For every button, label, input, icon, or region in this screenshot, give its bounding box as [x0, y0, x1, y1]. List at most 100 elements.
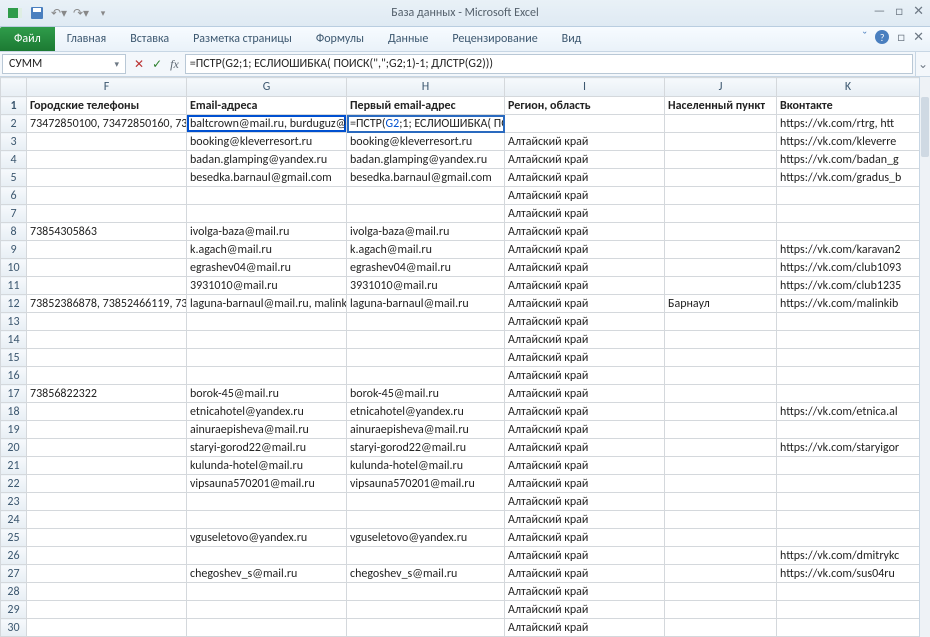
cell[interactable]: https://vk.com/karavan2	[777, 241, 920, 259]
row-header[interactable]: 23	[1, 493, 27, 511]
cell[interactable]: 73856822322	[27, 385, 187, 403]
cell[interactable]	[27, 187, 187, 205]
cell[interactable]	[27, 241, 187, 259]
row-header[interactable]: 3	[1, 133, 27, 151]
cell[interactable]: k.agach@mail.ru	[347, 241, 505, 259]
cancel-icon[interactable]: ✕	[134, 57, 144, 72]
tab-formulas[interactable]: Формулы	[304, 27, 376, 51]
row-header[interactable]: 9	[1, 241, 27, 259]
cell[interactable]	[187, 511, 347, 529]
cell[interactable]: Алтайский край	[505, 529, 665, 547]
cell[interactable]	[347, 619, 505, 637]
cell[interactable]: vguseletovo@yandex.ru	[187, 529, 347, 547]
cell[interactable]: Алтайский край	[505, 547, 665, 565]
cell[interactable]: Вконтакте	[777, 97, 920, 115]
cell[interactable]: Городские телефоны	[27, 97, 187, 115]
cell[interactable]: Алтайский край	[505, 241, 665, 259]
cell[interactable]	[187, 205, 347, 223]
tab-view[interactable]: Вид	[550, 27, 594, 51]
cell[interactable]	[665, 529, 777, 547]
cell[interactable]	[777, 223, 920, 241]
row-header[interactable]: 20	[1, 439, 27, 457]
formula-bar-expand-icon[interactable]: ⌄	[915, 52, 930, 76]
cell[interactable]	[777, 313, 920, 331]
cell[interactable]	[27, 547, 187, 565]
cell[interactable]	[27, 439, 187, 457]
cell[interactable]: vguseletovo@yandex.ru	[347, 529, 505, 547]
cell[interactable]	[665, 133, 777, 151]
row-header[interactable]: 27	[1, 565, 27, 583]
cell[interactable]	[665, 565, 777, 583]
cell[interactable]: Барнаул	[665, 295, 777, 313]
cell[interactable]	[777, 619, 920, 637]
cell[interactable]	[777, 511, 920, 529]
cell[interactable]	[777, 475, 920, 493]
row-header[interactable]: 13	[1, 313, 27, 331]
cell[interactable]	[777, 529, 920, 547]
row-header[interactable]: 10	[1, 259, 27, 277]
cell[interactable]	[27, 277, 187, 295]
row-header[interactable]: 18	[1, 403, 27, 421]
cell[interactable]: Алтайский край	[505, 331, 665, 349]
cell[interactable]: Алтайский край	[505, 475, 665, 493]
cell[interactable]: Алтайский край	[505, 439, 665, 457]
scroll-thumb[interactable]	[921, 97, 929, 157]
cell[interactable]	[347, 205, 505, 223]
row-header[interactable]: 16	[1, 367, 27, 385]
row-header[interactable]: 14	[1, 331, 27, 349]
row-header[interactable]: 29	[1, 601, 27, 619]
tab-data[interactable]: Данные	[376, 27, 440, 51]
cell[interactable]: Алтайский край	[505, 187, 665, 205]
cell[interactable]	[665, 313, 777, 331]
cell[interactable]	[187, 367, 347, 385]
cell[interactable]: Email-адреса	[187, 97, 347, 115]
cell[interactable]	[665, 421, 777, 439]
name-box-dropdown-icon[interactable]: ▾	[114, 59, 119, 70]
cell[interactable]	[777, 385, 920, 403]
row-header[interactable]: 15	[1, 349, 27, 367]
window-restore-icon[interactable]: □	[897, 30, 905, 45]
cell[interactable]: etnicahotel@yandex.ru	[187, 403, 347, 421]
cell[interactable]: Алтайский край	[505, 583, 665, 601]
cell[interactable]: ivolga-baza@mail.ru	[347, 223, 505, 241]
fx-icon[interactable]: fx	[170, 57, 179, 72]
cell[interactable]: Алтайский край	[505, 565, 665, 583]
cell[interactable]	[27, 313, 187, 331]
row-header[interactable]: 1	[1, 97, 27, 115]
cell[interactable]	[27, 583, 187, 601]
cell[interactable]	[27, 403, 187, 421]
cell[interactable]	[27, 133, 187, 151]
cell[interactable]	[27, 421, 187, 439]
cell[interactable]	[665, 151, 777, 169]
cell[interactable]	[27, 511, 187, 529]
cell[interactable]	[347, 313, 505, 331]
row-header[interactable]: 11	[1, 277, 27, 295]
cell[interactable]: Регион, область	[505, 97, 665, 115]
cell[interactable]: https://vk.com/staryigor	[777, 439, 920, 457]
cell[interactable]	[665, 601, 777, 619]
row-header[interactable]: 21	[1, 457, 27, 475]
row-header[interactable]: 6	[1, 187, 27, 205]
cell[interactable]: egrashev04@mail.ru	[347, 259, 505, 277]
cell[interactable]	[665, 385, 777, 403]
cell[interactable]	[665, 223, 777, 241]
cell[interactable]: =ПСТР(G2;1; ЕСЛИОШИБКА( ПОИСК(",";G2;1)-…	[347, 115, 505, 133]
cell[interactable]: baltcrown@mail.ru, burduguz@	[187, 115, 347, 133]
cell[interactable]: 73852386878, 73852466119, 7385	[27, 295, 187, 313]
cell[interactable]	[347, 511, 505, 529]
cell[interactable]	[187, 601, 347, 619]
cell[interactable]	[27, 475, 187, 493]
cell[interactable]	[347, 349, 505, 367]
tab-review[interactable]: Рецензирование	[440, 27, 549, 51]
row-header[interactable]: 2	[1, 115, 27, 133]
row-header[interactable]: 25	[1, 529, 27, 547]
workbook-close-icon[interactable]: ✕	[913, 30, 924, 45]
cell[interactable]: vipsauna570201@mail.ru	[187, 475, 347, 493]
cell[interactable]: laguna-barnaul@mail.ru	[347, 295, 505, 313]
cell[interactable]	[347, 367, 505, 385]
cell[interactable]: Алтайский край	[505, 457, 665, 475]
row-header[interactable]: 30	[1, 619, 27, 637]
cell[interactable]: staryi-gorod22@mail.ru	[347, 439, 505, 457]
row-header[interactable]: 5	[1, 169, 27, 187]
cell[interactable]	[665, 439, 777, 457]
